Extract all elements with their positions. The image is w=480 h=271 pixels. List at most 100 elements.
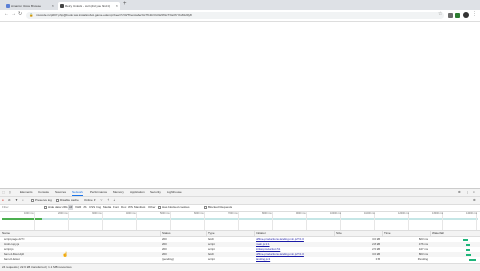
hide-data-urls-label: Hide data URLs bbox=[48, 205, 70, 209]
filter-type-font[interactable]: Font bbox=[113, 205, 119, 210]
table-row[interactable]: bam-6-fetsut (pending) script landing.js:2 0… bbox=[0, 257, 480, 262]
timeline-tick-label: 7000 ms bbox=[228, 212, 238, 215]
hide-data-urls-checkbox[interactable] bbox=[44, 206, 47, 209]
column-name[interactable]: Name bbox=[2, 231, 10, 236]
url-text: mvcode.ru/p007.php@book.ww.instalsrobot.… bbox=[36, 13, 192, 17]
waterfall-bar bbox=[466, 253, 471, 256]
status-summary: 24 requests | 22.6 kB transferred | 1.1 … bbox=[2, 265, 72, 269]
column-waterfall[interactable]: Waterfall bbox=[432, 231, 444, 236]
reload-icon[interactable]: ↻ bbox=[18, 11, 22, 17]
tab-security[interactable]: Security bbox=[150, 190, 161, 195]
search-icon[interactable]: ⌕ bbox=[22, 198, 24, 203]
close-tab-icon[interactable]: × bbox=[116, 2, 118, 10]
column-initiator[interactable]: Initiator bbox=[256, 231, 266, 236]
device-toolbar-icon[interactable]: ▯ bbox=[9, 190, 11, 195]
timeline-tick-label: 8000 ms bbox=[262, 212, 272, 215]
close-tab-icon[interactable]: × bbox=[52, 2, 54, 10]
browser-tab-1[interactable]: Amazon Voice Browse × bbox=[4, 2, 56, 10]
extension-icon[interactable] bbox=[448, 13, 453, 18]
cell-time: Pending bbox=[417, 257, 428, 261]
column-size[interactable]: Size bbox=[336, 231, 342, 236]
blocked-requests-label: Blocked Requests bbox=[208, 205, 233, 209]
avatar[interactable] bbox=[463, 12, 469, 18]
column-time[interactable]: Time bbox=[384, 231, 391, 236]
cell-name: bam-6-fetsut bbox=[4, 257, 20, 261]
tab-favicon-icon bbox=[60, 4, 64, 8]
settings-icon[interactable]: ⚙ bbox=[458, 190, 461, 195]
column-type[interactable]: Type bbox=[208, 231, 215, 236]
inspect-icon[interactable]: ⬚ bbox=[2, 190, 5, 195]
new-tab-icon[interactable]: + bbox=[123, 1, 127, 7]
filter-input[interactable]: Filter bbox=[2, 205, 9, 210]
timeline-tick-label: 12000 ms bbox=[398, 212, 409, 215]
clear-icon[interactable]: ⊘ bbox=[8, 198, 11, 203]
filter-type-all[interactable]: All bbox=[68, 205, 74, 210]
browser-tab-2[interactable]: Retry Unlock - curl (did you find it) × bbox=[58, 2, 120, 10]
timeline-gridline bbox=[136, 212, 137, 230]
record-icon[interactable]: ● bbox=[2, 198, 4, 203]
bookmark-star-icon[interactable]: ☆ bbox=[438, 11, 442, 17]
timeline-tick-label: 6000 ms bbox=[194, 212, 204, 215]
timeline-tick-label: 10000 ms bbox=[330, 212, 341, 215]
timeline-gridline bbox=[204, 212, 205, 230]
cell-status: (pending) bbox=[162, 257, 174, 261]
filter-type-css[interactable]: CSS bbox=[89, 205, 95, 210]
tab-elements[interactable]: Elements bbox=[20, 190, 33, 195]
tab-console[interactable]: Console bbox=[38, 190, 49, 195]
timeline-gridline bbox=[68, 212, 69, 230]
timeline-tick-label: 11000 ms bbox=[364, 212, 375, 215]
blocked-requests-checkbox[interactable] bbox=[204, 206, 207, 209]
back-icon[interactable]: ← bbox=[4, 11, 9, 17]
filter-type-ws[interactable]: WS bbox=[128, 205, 133, 210]
filter-type-js[interactable]: JS bbox=[83, 205, 87, 210]
throttling-select[interactable]: Online bbox=[84, 198, 93, 203]
disable-cache-checkbox[interactable] bbox=[56, 199, 59, 202]
page-content bbox=[0, 22, 480, 188]
mouse-cursor-icon: ☝ bbox=[62, 252, 69, 258]
extension-icon[interactable] bbox=[455, 13, 460, 18]
tab-sources[interactable]: Sources bbox=[55, 190, 66, 195]
timeline-gridline bbox=[272, 212, 273, 230]
wifi-icon[interactable]: ⌔ bbox=[100, 198, 103, 203]
network-settings-icon[interactable]: ⚙ bbox=[473, 198, 476, 203]
filter-type-other[interactable]: Other bbox=[148, 205, 156, 210]
waterfall-bar bbox=[466, 243, 470, 246]
tab-application[interactable]: Application bbox=[130, 190, 145, 195]
tab-network[interactable]: Network bbox=[72, 190, 84, 196]
timeline-gridline bbox=[306, 212, 307, 230]
tab-title: Retry Unlock - curl (did you find it) bbox=[65, 4, 111, 8]
more-options-icon[interactable]: ⋮ bbox=[466, 190, 469, 195]
disable-cache-label: Disable cache bbox=[60, 198, 79, 202]
tab-performance[interactable]: Performance bbox=[90, 190, 107, 195]
preserve-log-checkbox[interactable] bbox=[31, 199, 34, 202]
timeline-tick-label: 3000 ms bbox=[92, 212, 102, 215]
import-icon[interactable]: ⇡ bbox=[107, 198, 110, 203]
timeline-gridline bbox=[34, 212, 35, 230]
filter-type-media[interactable]: Media bbox=[103, 205, 111, 210]
cell-initiator[interactable]: landing.js:2 bbox=[256, 257, 332, 262]
filter-type-img[interactable]: Img bbox=[96, 205, 101, 210]
menu-icon[interactable]: ⋮ bbox=[472, 11, 477, 17]
filter-type-manifest[interactable]: Manifest bbox=[134, 205, 145, 210]
lock-icon[interactable]: 🔒 bbox=[29, 13, 33, 17]
close-devtools-icon[interactable]: × bbox=[473, 190, 475, 195]
export-icon[interactable]: ⇣ bbox=[113, 198, 116, 203]
timeline-tick-label: 5000 ms bbox=[160, 212, 170, 215]
tab-lighthouse[interactable]: Lighthouse bbox=[167, 190, 182, 195]
column-status[interactable]: Status bbox=[162, 231, 171, 236]
timeline-tick-label: 2000 ms bbox=[58, 212, 68, 215]
tab-memory[interactable]: Memory bbox=[113, 190, 124, 195]
timeline-tick-label: 9000 ms bbox=[296, 212, 306, 215]
filter-type-doc[interactable]: Doc bbox=[121, 205, 126, 210]
has-blocked-cookies-checkbox[interactable] bbox=[158, 206, 161, 209]
timeline-gridline bbox=[170, 212, 171, 230]
timeline-gridline bbox=[102, 212, 103, 230]
timeline-tick-label: 1000 ms bbox=[24, 212, 34, 215]
has-blocked-cookies-label: Has blocked cookies bbox=[162, 205, 190, 209]
forward-icon[interactable]: → bbox=[11, 11, 16, 17]
cell-type: script bbox=[208, 257, 215, 261]
filter-icon[interactable]: ▼ bbox=[15, 198, 18, 203]
filter-type-xhr[interactable]: XHR bbox=[75, 205, 81, 210]
timeline-gridline bbox=[238, 212, 239, 230]
chevron-down-icon: ▾ bbox=[94, 198, 96, 202]
